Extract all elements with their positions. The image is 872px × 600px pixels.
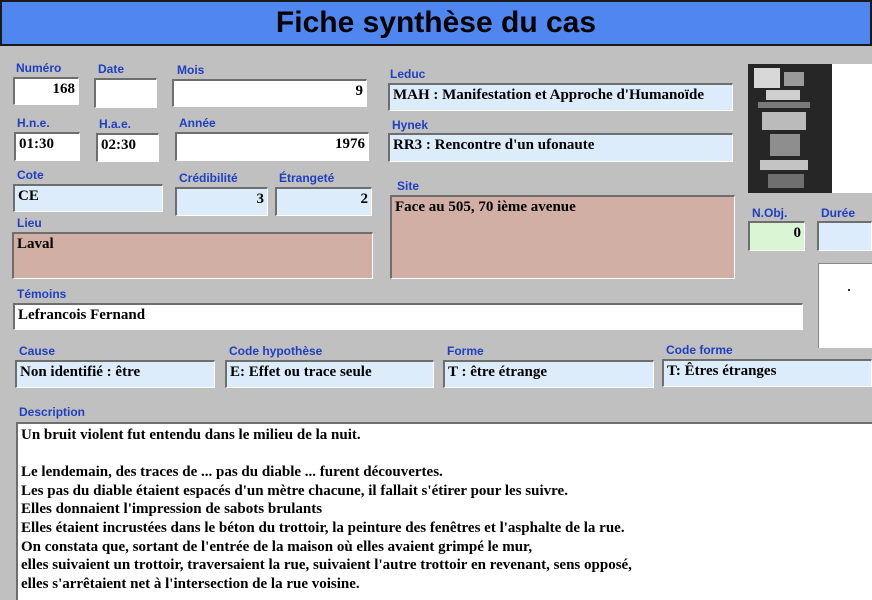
label-forme: Forme: [447, 344, 484, 358]
duree-field[interactable]: [817, 221, 872, 251]
description-line: elles s'arrêtaient net à l'intersection …: [21, 575, 360, 592]
label-numero: Numéro: [16, 61, 62, 75]
annee-field[interactable]: 1976: [175, 132, 369, 161]
label-hae: H.a.e.: [99, 117, 132, 131]
label-code-forme: Code forme: [666, 343, 733, 357]
label-date: Date: [98, 62, 125, 76]
temoins-field[interactable]: Lefrancois Fernand: [13, 303, 803, 330]
label-hynek: Hynek: [392, 118, 429, 132]
label-hne: H.n.e.: [17, 116, 50, 130]
photo-panel-blank: [832, 64, 872, 193]
case-photo-icon: [748, 64, 832, 193]
nobj-field[interactable]: 0: [748, 221, 805, 251]
form-title-bar: Fiche synthèse du cas: [0, 0, 872, 46]
description-line: Elles donnaient l'impression de sabots b…: [21, 501, 323, 518]
hynek-field[interactable]: RR3 : Rencontre d'un ufonaute: [388, 133, 733, 162]
cause-field[interactable]: Non identifié : être: [15, 360, 215, 388]
case-sketch-icon: [818, 263, 872, 348]
numero-field[interactable]: 168: [13, 77, 79, 105]
code-hypothese-field[interactable]: E: Effet ou trace seule: [225, 360, 434, 388]
form-title: Fiche synthèse du cas: [275, 6, 597, 39]
label-leduc: Leduc: [390, 67, 426, 81]
site-field[interactable]: Face au 505, 70 ième avenue: [390, 195, 735, 279]
description-line: Le lendemain, des traces de ... pas du d…: [21, 464, 443, 481]
label-temoins: Témoins: [17, 287, 67, 301]
label-mois: Mois: [177, 63, 205, 77]
label-lieu: Lieu: [17, 216, 42, 230]
code-forme-field[interactable]: T: Êtres étranges: [662, 359, 872, 387]
label-nobj: N.Obj.: [752, 206, 788, 220]
date-field[interactable]: [94, 78, 157, 108]
description-field[interactable]: Un bruit violent fut entendu dans le mil…: [16, 422, 872, 600]
label-site: Site: [397, 179, 420, 193]
hne-field[interactable]: 01:30: [14, 132, 80, 161]
forme-field[interactable]: T : être étrange: [443, 360, 654, 388]
label-etrangete: Étrangeté: [279, 171, 335, 185]
description-line: Les pas du diable étaient espacés d'un m…: [21, 482, 568, 499]
label-credibilite: Crédibilité: [179, 171, 238, 185]
label-code-hypothese: Code hypothèse: [229, 344, 323, 358]
label-cote: Cote: [17, 168, 44, 182]
cote-field[interactable]: CE: [13, 184, 163, 212]
hae-field[interactable]: 02:30: [96, 133, 159, 162]
lieu-field[interactable]: Laval: [12, 232, 373, 279]
leduc-field[interactable]: MAH : Manifestation et Approche d'Humano…: [388, 83, 733, 111]
description-line: elles suivaient un trottoir, traversaien…: [21, 557, 632, 574]
label-description: Description: [19, 405, 86, 419]
label-annee: Année: [179, 116, 216, 130]
etrangete-field[interactable]: 2: [275, 187, 372, 216]
credibilite-field[interactable]: 3: [175, 187, 268, 216]
label-cause: Cause: [19, 344, 56, 358]
description-line: Un bruit violent fut entendu dans le mil…: [21, 427, 361, 443]
description-line: Elles étaient incrustées dans le béton d…: [21, 519, 625, 536]
label-duree: Durée: [821, 206, 856, 220]
description-line: [21, 445, 869, 464]
mois-field[interactable]: 9: [172, 79, 367, 107]
description-line: On constata que, sortant de l'entrée de …: [21, 538, 533, 555]
